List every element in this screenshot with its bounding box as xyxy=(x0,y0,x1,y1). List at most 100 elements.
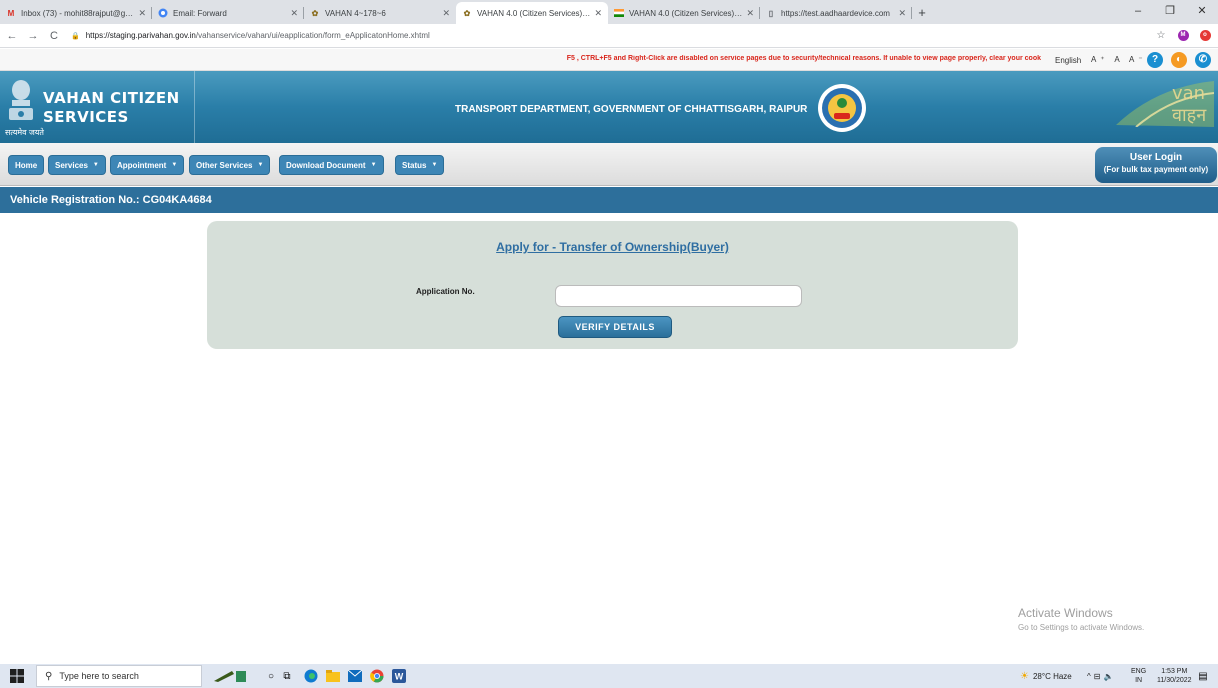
watermark-line-1: Activate Windows xyxy=(1018,606,1113,620)
browser-tab-aadhaar[interactable]: ▯ https://test.aadhaardevice.com ✕ xyxy=(760,2,912,24)
user-login-button[interactable]: User Login (For bulk tax payment only) xyxy=(1095,147,1217,183)
watermark-line-2: Go to Settings to activate Windows. xyxy=(1018,623,1145,632)
close-tab-icon[interactable]: ✕ xyxy=(746,8,754,19)
clock-time: 1:53 PM xyxy=(1161,668,1188,675)
browser-tab-gmail[interactable]: M Inbox (73) - mohit88rajput@gmai ✕ xyxy=(0,2,152,24)
star-icon[interactable]: ☆ xyxy=(1152,30,1170,42)
back-arrow-icon[interactable]: ← xyxy=(3,30,21,42)
contrast-icon[interactable]: ◐ xyxy=(1171,52,1187,68)
vehicle-registration-label: Vehicle Registration No.: CG04KA4684 xyxy=(10,194,212,206)
language-select[interactable]: English xyxy=(1055,56,1081,65)
chrome-icon xyxy=(158,8,168,18)
help-icon[interactable]: ? xyxy=(1147,52,1163,68)
activate-windows-watermark: Activate Windows Go to Settings to activ… xyxy=(1018,606,1144,632)
profile-avatar[interactable]: M xyxy=(1174,30,1192,42)
close-tab-icon[interactable]: ✕ xyxy=(898,8,906,19)
menu-label: Home xyxy=(15,160,38,170)
main-menu: Home Services ▼ Appointment ▼ Other Servic… xyxy=(0,143,1218,186)
extension-icon[interactable]: o xyxy=(1196,30,1214,42)
forward-arrow-icon[interactable]: → xyxy=(24,30,42,42)
page-icon: ▯ xyxy=(768,8,774,18)
edge-icon[interactable] xyxy=(304,669,318,683)
close-tab-icon[interactable]: ✕ xyxy=(290,8,298,19)
user-login-sublabel: (For bulk tax payment only) xyxy=(1103,165,1209,174)
url-field[interactable]: 🔒 https://staging.parivahan.gov.in/vahan… xyxy=(71,27,1144,45)
weather-widget[interactable]: ☀ 28°C Haze xyxy=(1020,664,1072,688)
volume-icon: 🔈 xyxy=(1103,671,1117,681)
site-header: सत्यमेव जयते VAHAN CITIZEN SERVICES TRAN… xyxy=(0,71,1218,143)
search-icon: ⚲ xyxy=(45,670,53,682)
language-indicator[interactable]: ENG IN xyxy=(1131,667,1146,685)
search-placeholder: Type here to search xyxy=(59,671,139,681)
svg-text:van: van xyxy=(1172,83,1205,104)
windows-start-icon[interactable] xyxy=(10,669,24,683)
browser-tab-vahan-citizen[interactable]: VAHAN 4.0 (Citizen Services) --sv ✕ xyxy=(608,2,760,24)
chevron-down-icon: ▼ xyxy=(257,162,264,168)
network-icon: ⊟ xyxy=(1093,671,1104,681)
menu-label: Status xyxy=(402,160,427,170)
restore-icon[interactable]: ❐ xyxy=(1154,0,1186,24)
vahan-icon: ✿ xyxy=(311,8,319,18)
reload-icon[interactable]: C xyxy=(45,30,63,42)
browser-tab-vahan-citizen-active[interactable]: ✿ VAHAN 4.0 (Citizen Services)--sva ✕ xyxy=(456,2,608,24)
mail-icon[interactable] xyxy=(348,669,362,683)
menu-status[interactable]: Status ▼ xyxy=(395,155,445,175)
tab-title: https://test.aadhaardevice.com xyxy=(781,8,890,18)
menu-other-services[interactable]: Other Services ▼ xyxy=(189,155,271,175)
menu-label: Appointment xyxy=(117,160,167,170)
tab-title: VAHAN 4~178~6 xyxy=(325,8,386,18)
menu-services[interactable]: Services ▼ xyxy=(48,155,106,175)
window-controls: – ❐ ✕ xyxy=(1122,0,1218,24)
verify-details-button[interactable]: VERIFY DETAILS xyxy=(558,316,672,338)
chevron-down-icon: ▼ xyxy=(171,162,178,168)
chrome-taskbar-icon[interactable] xyxy=(370,669,384,683)
brand-line-2: SERVICES xyxy=(43,108,129,126)
browser-tab-email[interactable]: Email: Forward ✕ xyxy=(152,2,304,24)
state-logo-icon xyxy=(818,84,866,132)
close-window-icon[interactable]: ✕ xyxy=(1186,0,1218,24)
menu-download-document[interactable]: Download Document ▼ xyxy=(279,155,384,175)
pinned-app-icon[interactable] xyxy=(212,669,248,683)
tab-title: VAHAN 4.0 (Citizen Services)--sva xyxy=(477,8,591,18)
task-view-icon[interactable]: ⧉ xyxy=(280,669,294,683)
cortana-icon[interactable]: ○ xyxy=(264,669,278,683)
menu-appointment[interactable]: Appointment ▼ xyxy=(110,155,185,175)
url-host: https://staging.parivahan.gov.in xyxy=(85,31,196,40)
clock[interactable]: 1:53 PM 11/30/2022 xyxy=(1157,667,1192,685)
tab-title: VAHAN 4.0 (Citizen Services) --sv xyxy=(629,8,743,18)
chevron-down-icon: ▼ xyxy=(431,162,438,168)
taskbar-search-box[interactable]: ⚲ Type here to search xyxy=(36,665,202,687)
chevron-up-icon: ^ xyxy=(1087,671,1094,681)
notice-bar: F5 , CTRL+F5 and Right-Click are disable… xyxy=(0,49,1218,71)
transfer-ownership-form: Apply for - Transfer of Ownership(Buyer)… xyxy=(207,221,1018,349)
lang-line-2: IN xyxy=(1135,677,1143,684)
browser-tab-vahan-178[interactable]: ✿ VAHAN 4~178~6 ✕ xyxy=(304,2,456,24)
form-title: Apply for - Transfer of Ownership(Buyer) xyxy=(496,240,729,254)
close-tab-icon[interactable]: ✕ xyxy=(138,8,146,19)
new-tab-button[interactable]: + xyxy=(912,2,932,24)
close-tab-icon[interactable]: ✕ xyxy=(594,8,602,19)
application-no-label: Application No. xyxy=(416,287,475,296)
minimize-icon[interactable]: – xyxy=(1122,0,1154,24)
weather-icon: ☀ xyxy=(1020,670,1029,682)
application-no-input[interactable] xyxy=(555,285,802,307)
word-icon[interactable]: W xyxy=(392,669,406,683)
menu-home[interactable]: Home xyxy=(8,155,45,175)
system-tray-icons[interactable]: ^ ⊟ 🔈 xyxy=(1087,664,1116,688)
site-brand[interactable]: VAHAN CITIZEN SERVICES xyxy=(43,89,180,127)
url-path: /vahanservice/vahan/ui/eapplication/form… xyxy=(195,31,430,40)
header-divider xyxy=(194,71,195,143)
font-size-controls[interactable]: A⁺ A A⁻ xyxy=(1091,55,1147,64)
brand-line-1: VAHAN CITIZEN xyxy=(43,89,180,107)
vahan-logo-icon: van वाहन xyxy=(1116,81,1214,127)
close-tab-icon[interactable]: ✕ xyxy=(442,8,450,19)
file-explorer-icon[interactable] xyxy=(326,669,340,683)
phone-icon[interactable]: ✆ xyxy=(1195,52,1211,68)
notification-icon[interactable]: ▤ xyxy=(1196,669,1210,683)
menu-label: Download Document xyxy=(286,160,366,170)
chevron-down-icon: ▼ xyxy=(370,162,377,168)
svg-text:W: W xyxy=(395,672,404,682)
menu-label: Other Services xyxy=(196,160,253,170)
weather-text: 28°C Haze xyxy=(1032,671,1072,681)
department-title: TRANSPORT DEPARTMENT, GOVERNMENT OF CHHA… xyxy=(455,104,808,115)
